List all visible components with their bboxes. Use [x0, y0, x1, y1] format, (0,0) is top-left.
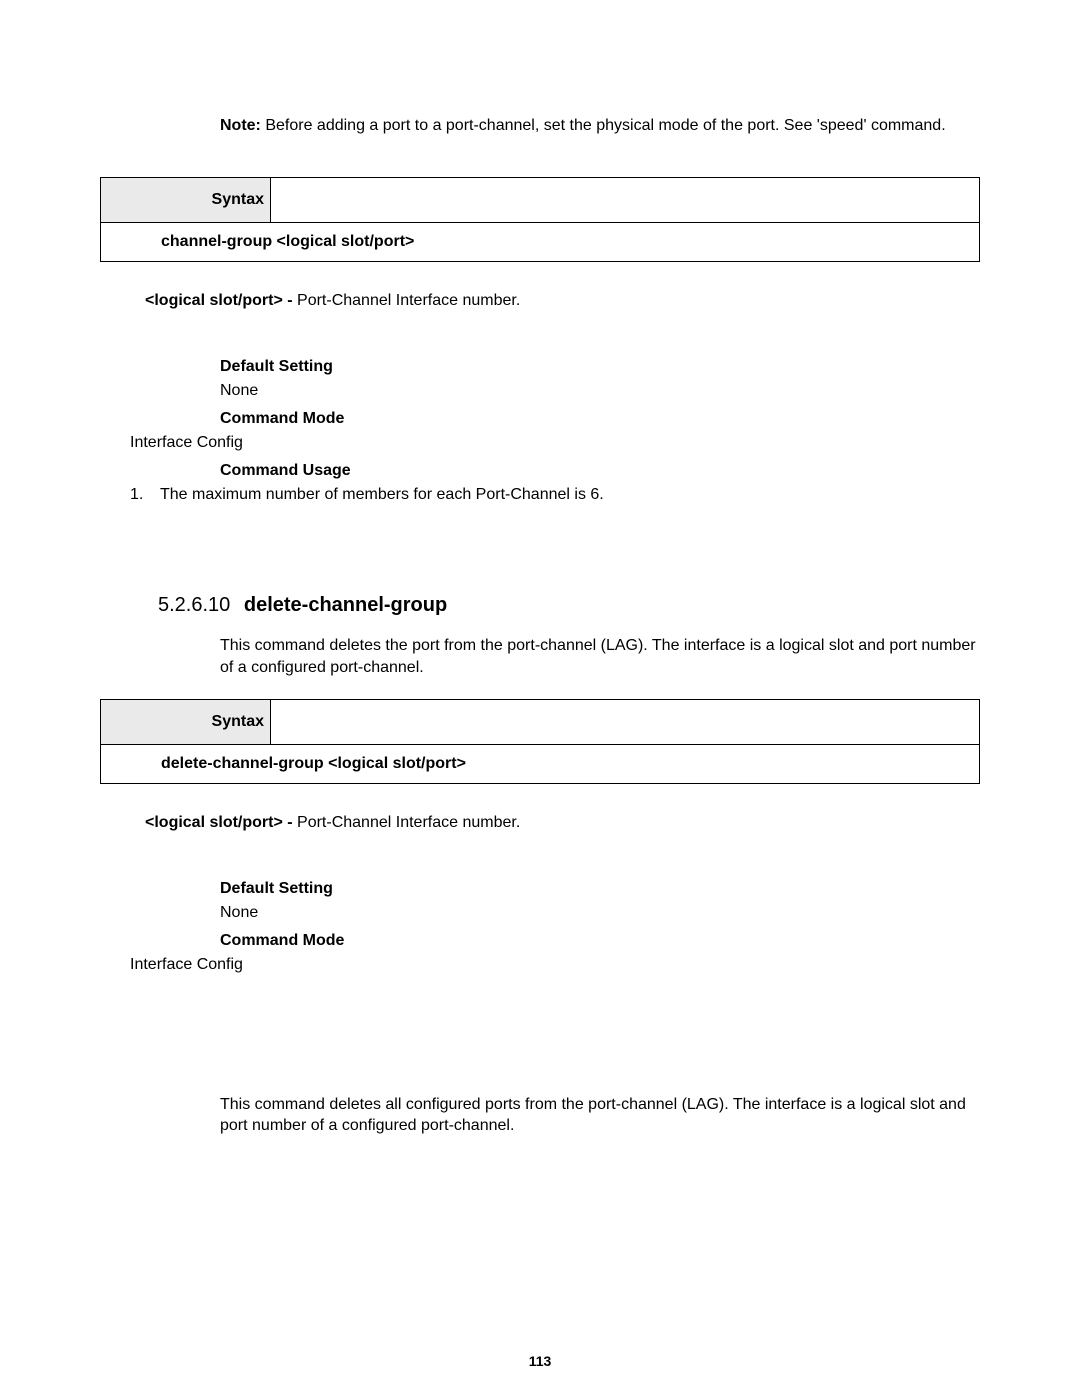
- usage-item: 1. The maximum number of members for eac…: [130, 486, 980, 504]
- usage-text: The maximum number of members for each P…: [160, 486, 604, 504]
- section-description: This command deletes the port from the p…: [220, 635, 980, 678]
- param-line-1: <logical slot/port> - Port-Channel Inter…: [145, 292, 980, 310]
- command-mode-value: Interface Config: [130, 434, 980, 452]
- syntax-label: Syntax: [212, 191, 264, 209]
- syntax-header: Syntax: [101, 700, 979, 744]
- note-block: Note: Before adding a port to a port-cha…: [220, 115, 980, 137]
- param-desc: Port-Channel Interface number.: [297, 814, 520, 831]
- default-setting-value-2: None: [220, 904, 980, 922]
- note-text: Before adding a port to a port-channel, …: [261, 117, 946, 134]
- syntax-label-cell: Syntax: [101, 700, 271, 744]
- syntax-body: channel-group <logical slot/port>: [101, 222, 979, 261]
- param-name: <logical slot/port> -: [145, 814, 297, 831]
- syntax-header: Syntax: [101, 178, 979, 222]
- default-setting-label: Default Setting: [220, 358, 980, 376]
- note-label: Note:: [220, 117, 261, 134]
- closing-paragraph: This command deletes all configured port…: [220, 1094, 980, 1137]
- syntax-label-cell: Syntax: [101, 178, 271, 222]
- usage-number: 1.: [130, 486, 160, 504]
- param-name: <logical slot/port> -: [145, 292, 297, 309]
- command-mode-label-2: Command Mode: [220, 932, 980, 950]
- page-number: 113: [0, 1353, 1080, 1369]
- command-mode-value-2: Interface Config: [130, 956, 980, 974]
- default-setting-label-2: Default Setting: [220, 880, 980, 898]
- syntax-box-2: Syntax delete-channel-group <logical slo…: [100, 699, 980, 784]
- command-usage-label: Command Usage: [220, 462, 980, 480]
- syntax-label: Syntax: [212, 713, 264, 731]
- syntax-box-1: Syntax channel-group <logical slot/port>: [100, 177, 980, 262]
- section-number: 5.2.6.10: [158, 594, 230, 616]
- default-setting-value: None: [220, 382, 980, 400]
- section-heading: 5.2.6.10 delete-channel-group: [158, 594, 980, 617]
- section-title: delete-channel-group: [244, 594, 447, 616]
- param-line-2: <logical slot/port> - Port-Channel Inter…: [145, 814, 980, 832]
- param-desc: Port-Channel Interface number.: [297, 292, 520, 309]
- command-mode-label: Command Mode: [220, 410, 980, 428]
- syntax-body: delete-channel-group <logical slot/port>: [101, 744, 979, 783]
- command-usage-list: 1. The maximum number of members for eac…: [130, 486, 980, 504]
